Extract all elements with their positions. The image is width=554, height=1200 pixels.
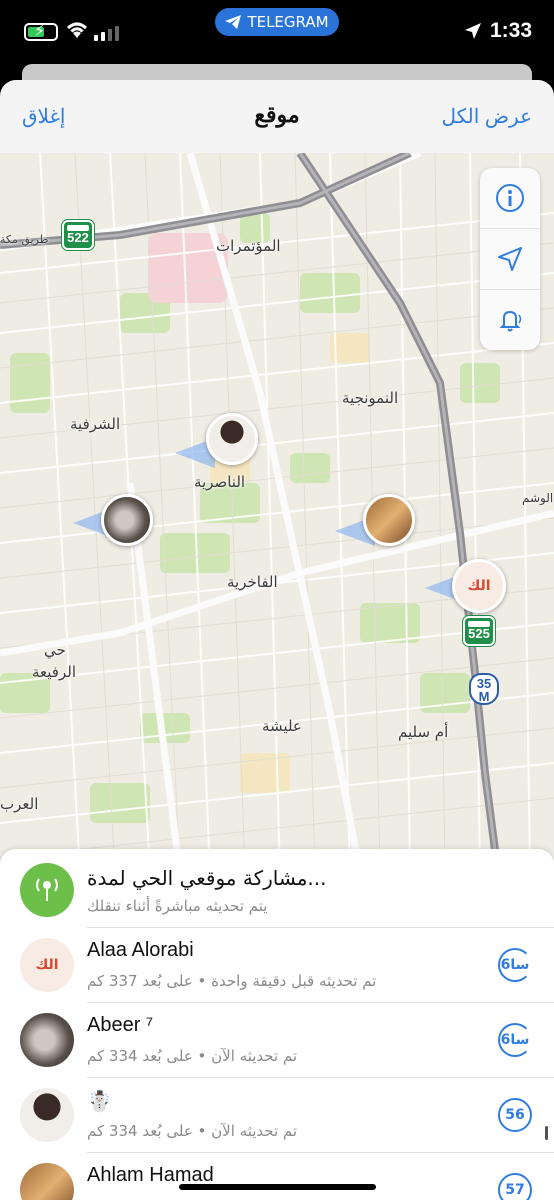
- wifi-icon: [67, 22, 87, 38]
- map-controls: [480, 168, 540, 350]
- map-label-rafeea-line1: حي: [44, 641, 66, 659]
- list-item-snowman[interactable]: ☃️ تم تحديثه الآن • على بُعد 334 كم 56: [0, 1078, 554, 1153]
- share-live-location-row[interactable]: مشاركة موقعي الحي لمدة... يتم تحديثه مبا…: [0, 853, 554, 928]
- battery-icon: ⚡: [24, 21, 58, 41]
- proximity-alert-button[interactable]: [480, 290, 540, 350]
- map-label-rafeea-line2: الرفيعة: [32, 663, 76, 681]
- list-item-alaa[interactable]: الك Alaa Alorabi تم تحديثه قبل دقيقة واح…: [0, 928, 554, 1003]
- contact-status: تم تحديثه قبل دقيقة واحدة • على بُعد 337…: [87, 972, 377, 990]
- avatar: [20, 1088, 74, 1142]
- contact-name: ☃️: [87, 1091, 112, 1113]
- app-pill-label: TELEGRAM: [247, 13, 329, 31]
- map-label-wasm: الوشم: [522, 491, 554, 505]
- remaining-time-badge: 6سا: [498, 948, 532, 982]
- list-item-abeer[interactable]: Abeer ⁷ تم تحديثه الآن • على بُعد 334 كم…: [0, 1003, 554, 1078]
- share-location-subtitle: يتم تحديثه مباشرةً أثناء تنقلك: [87, 897, 268, 915]
- scrollbar[interactable]: [545, 1126, 548, 1140]
- clock: 1:33: [464, 19, 532, 43]
- return-to-app-pill[interactable]: TELEGRAM: [215, 8, 339, 36]
- map-info-button[interactable]: [480, 168, 540, 229]
- map-label-numoonjia: النمونجية: [342, 389, 399, 407]
- remaining-time-badge: 57: [498, 1173, 532, 1200]
- show-all-button[interactable]: عرض الكل: [441, 104, 532, 129]
- time-text: 1:33: [489, 19, 532, 42]
- bell-icon: [499, 310, 522, 332]
- map-label-conferences: المؤتمرات: [216, 237, 281, 255]
- share-location-icon: [20, 863, 74, 917]
- location-navbar: إغلاق موقع عرض الكل: [0, 80, 554, 154]
- road-shield-525: 525: [463, 616, 495, 646]
- share-location-title: مشاركة موقعي الحي لمدة...: [87, 866, 327, 890]
- location-services-icon: [464, 23, 481, 39]
- contact-name: Abeer ⁷: [87, 1014, 154, 1036]
- brand-logo-icon: الك: [467, 578, 491, 594]
- map-label-sharafia: الشرفية: [70, 415, 121, 433]
- map-label-arabi: العرب: [0, 795, 39, 813]
- map-label-olaysha: عليشة: [262, 717, 302, 735]
- avatar: [20, 1163, 74, 1200]
- contact-name: Alaa Alorabi: [87, 939, 194, 961]
- telegram-icon: [225, 15, 242, 29]
- remaining-time-badge: 6سا: [498, 1023, 532, 1057]
- info-icon: [496, 184, 524, 212]
- location-arrow-icon: [498, 247, 522, 271]
- road-shield-522: 522: [62, 220, 94, 250]
- map-label-umm-sulaym: أم سليم: [398, 723, 449, 741]
- list-item-ahlam[interactable]: Ahlam Hamad 57: [0, 1153, 554, 1200]
- home-indicator[interactable]: [179, 1184, 376, 1190]
- brand-logo-icon: الك: [35, 957, 59, 973]
- map-pin-abeer[interactable]: [101, 494, 153, 546]
- avatar: [20, 1013, 74, 1067]
- avatar: الك: [20, 938, 74, 992]
- status-bar: ⚡ TELEGRAM 1:33: [0, 0, 554, 66]
- map-label-mecca-road: طريق مكة: [0, 233, 49, 246]
- map-pin-snowman-user[interactable]: [206, 413, 258, 465]
- current-location-button[interactable]: [480, 229, 540, 290]
- contact-status: تم تحديثه الآن • على بُعد 334 كم: [87, 1047, 298, 1065]
- motorway-shield: 35 M: [469, 673, 499, 705]
- map-label-fakhriya: الفاخرية: [227, 573, 278, 591]
- cellular-signal-icon: [94, 26, 119, 41]
- live-locations-panel: مشاركة موقعي الحي لمدة... يتم تحديثه مبا…: [0, 849, 554, 1200]
- remaining-time-badge: 56: [498, 1098, 532, 1132]
- contact-status: تم تحديثه الآن • على بُعد 334 كم: [87, 1122, 298, 1140]
- map-pin-alaa[interactable]: الك: [452, 559, 506, 613]
- map-view[interactable]: المؤتمرات النمونجية الشرفية الناصرية الو…: [0, 153, 554, 873]
- map-pin-ahlam[interactable]: [363, 494, 415, 546]
